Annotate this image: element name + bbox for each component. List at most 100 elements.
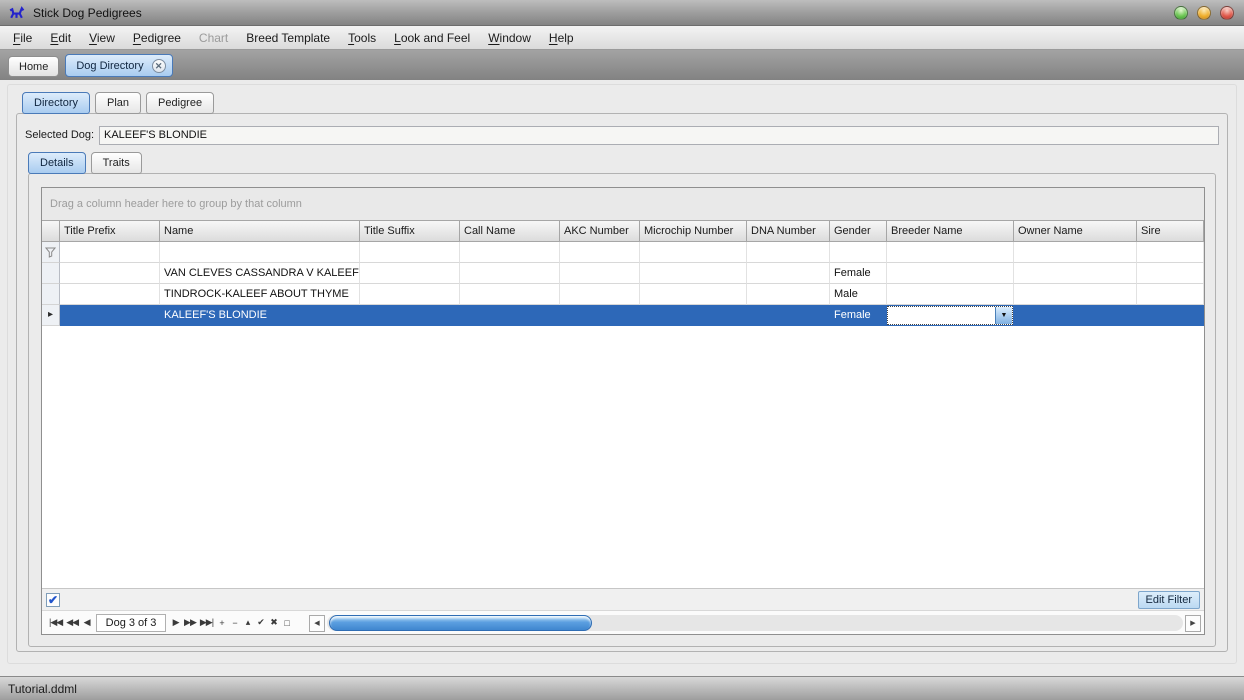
tab-details[interactable]: Details: [28, 152, 86, 174]
menu-view[interactable]: View: [80, 28, 124, 48]
column-header-akc-number[interactable]: AKC Number: [560, 220, 640, 242]
cell-breeder-name[interactable]: ▼: [887, 305, 1014, 326]
cell-title-prefix[interactable]: [60, 263, 160, 284]
cell-title-suffix[interactable]: [360, 305, 460, 326]
scrollbar-track[interactable]: [327, 615, 1183, 631]
filter-cell-call-name[interactable]: [460, 242, 560, 263]
column-header-call-name[interactable]: Call Name: [460, 220, 560, 242]
menu-tools[interactable]: Tools: [339, 28, 385, 48]
cell-title-suffix[interactable]: [360, 263, 460, 284]
table-row[interactable]: TINDROCK-KALEEF ABOUT THYME Male: [42, 284, 1204, 305]
column-header-sire[interactable]: Sire: [1137, 220, 1204, 242]
cell-name[interactable]: KALEEF'S BLONDIE: [160, 305, 360, 326]
nav-cancel-button[interactable]: ✖: [267, 614, 280, 632]
tab-traits[interactable]: Traits: [91, 152, 142, 174]
cell-name[interactable]: VAN CLEVES CASSANDRA V KALEEF: [160, 263, 360, 284]
nav-next-button[interactable]: ▶: [169, 614, 182, 632]
table-row[interactable]: ▸KALEEF'S BLONDIEFemale▼: [42, 305, 1204, 326]
filter-cell-breeder-name[interactable]: [887, 242, 1014, 263]
filter-cell-sire[interactable]: [1137, 242, 1204, 263]
nav-last-button[interactable]: ▶▶|: [198, 614, 215, 632]
editor-text[interactable]: [888, 307, 995, 324]
filter-cell-name[interactable]: [160, 242, 360, 263]
cell-dna-number[interactable]: [747, 305, 830, 326]
nav-prev-button[interactable]: ◀: [80, 614, 93, 632]
column-header-breeder-name[interactable]: Breeder Name: [887, 220, 1014, 242]
cell-gender[interactable]: Female: [830, 305, 887, 326]
filter-cell-akc-number[interactable]: [560, 242, 640, 263]
filter-cell-owner-name[interactable]: [1014, 242, 1137, 263]
menu-window[interactable]: Window: [479, 28, 540, 48]
doc-tab-dog-directory[interactable]: Dog Directory✕: [65, 54, 172, 77]
nav-first-button[interactable]: |◀◀: [47, 614, 64, 632]
grid-group-panel[interactable]: Drag a column header here to group by th…: [42, 188, 1204, 220]
cell-microchip-number[interactable]: [640, 263, 747, 284]
breeder-name-editor[interactable]: ▼: [887, 306, 1013, 325]
scroll-right-icon[interactable]: ▶: [1185, 615, 1201, 632]
table-row[interactable]: VAN CLEVES CASSANDRA V KALEEF Female: [42, 263, 1204, 284]
nav-post-button[interactable]: ✔: [254, 614, 267, 632]
filter-cell-microchip-number[interactable]: [640, 242, 747, 263]
cell-gender[interactable]: Male: [830, 284, 887, 305]
close-button[interactable]: [1220, 6, 1234, 20]
filter-enabled-checkbox[interactable]: ✔: [46, 593, 60, 607]
nav-edit-button[interactable]: ▴: [241, 614, 254, 632]
menu-chart[interactable]: Chart: [190, 28, 237, 48]
column-header-title-prefix[interactable]: Title Prefix: [60, 220, 160, 242]
cell-sire[interactable]: [1137, 305, 1204, 326]
cell-sire[interactable]: [1137, 284, 1204, 305]
nav-next-page-button[interactable]: ▶▶: [182, 614, 198, 632]
nav-delete-button[interactable]: −: [228, 614, 241, 632]
column-header-microchip-number[interactable]: Microchip Number: [640, 220, 747, 242]
cell-owner-name[interactable]: [1014, 305, 1137, 326]
horizontal-scrollbar[interactable]: ◀ ▶: [309, 614, 1201, 632]
scroll-left-icon[interactable]: ◀: [309, 615, 325, 632]
cell-dna-number[interactable]: [747, 284, 830, 305]
menu-look-and-feel[interactable]: Look and Feel: [385, 28, 479, 48]
doc-tab-home[interactable]: Home: [8, 56, 59, 77]
edit-filter-button[interactable]: Edit Filter: [1138, 591, 1200, 609]
tab-close-icon[interactable]: ✕: [152, 59, 166, 73]
cell-breeder-name[interactable]: [887, 284, 1014, 305]
tab-directory[interactable]: Directory: [22, 92, 90, 114]
cell-title-prefix[interactable]: [60, 305, 160, 326]
nav-show-editor-button[interactable]: □: [280, 614, 293, 632]
menu-help[interactable]: Help: [540, 28, 583, 48]
maximize-button[interactable]: [1197, 6, 1211, 20]
cell-call-name[interactable]: [460, 305, 560, 326]
scrollbar-thumb[interactable]: [329, 615, 592, 631]
column-header-name[interactable]: Name: [160, 220, 360, 242]
dropdown-arrow-icon[interactable]: ▼: [995, 307, 1012, 324]
menu-pedigree[interactable]: Pedigree: [124, 28, 190, 48]
filter-cell-gender[interactable]: [830, 242, 887, 263]
menu-breed-template[interactable]: Breed Template: [237, 28, 339, 48]
cell-microchip-number[interactable]: [640, 284, 747, 305]
cell-name[interactable]: TINDROCK-KALEEF ABOUT THYME: [160, 284, 360, 305]
cell-owner-name[interactable]: [1014, 284, 1137, 305]
cell-akc-number[interactable]: [560, 263, 640, 284]
cell-dna-number[interactable]: [747, 263, 830, 284]
minimize-button[interactable]: [1174, 6, 1188, 20]
menu-file[interactable]: File: [4, 28, 41, 48]
nav-append-button[interactable]: +: [215, 614, 228, 632]
cell-sire[interactable]: [1137, 263, 1204, 284]
grid-filter-row[interactable]: [42, 242, 1204, 263]
cell-microchip-number[interactable]: [640, 305, 747, 326]
selected-dog-field[interactable]: [99, 126, 1219, 145]
column-header-gender[interactable]: Gender: [830, 220, 887, 242]
cell-call-name[interactable]: [460, 284, 560, 305]
column-header-title-suffix[interactable]: Title Suffix: [360, 220, 460, 242]
tab-pedigree[interactable]: Pedigree: [146, 92, 214, 114]
cell-call-name[interactable]: [460, 263, 560, 284]
tab-plan[interactable]: Plan: [95, 92, 141, 114]
cell-gender[interactable]: Female: [830, 263, 887, 284]
column-header-owner-name[interactable]: Owner Name: [1014, 220, 1137, 242]
cell-title-suffix[interactable]: [360, 284, 460, 305]
filter-cell-title-prefix[interactable]: [60, 242, 160, 263]
cell-title-prefix[interactable]: [60, 284, 160, 305]
cell-owner-name[interactable]: [1014, 263, 1137, 284]
column-header-dna-number[interactable]: DNA Number: [747, 220, 830, 242]
cell-akc-number[interactable]: [560, 284, 640, 305]
filter-cell-dna-number[interactable]: [747, 242, 830, 263]
cell-breeder-name[interactable]: [887, 263, 1014, 284]
